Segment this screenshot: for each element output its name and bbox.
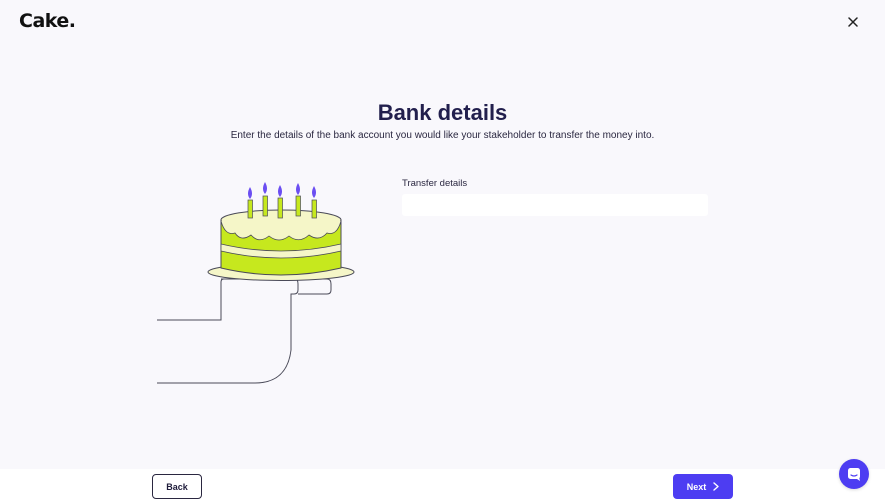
close-icon	[848, 17, 858, 27]
page: Cake. Bank details Enter the details of …	[0, 0, 885, 502]
footer-bar	[0, 469, 885, 502]
chevron-right-icon	[713, 482, 719, 491]
back-button[interactable]: Back	[152, 474, 202, 499]
close-button[interactable]	[843, 12, 863, 32]
transfer-details-label: Transfer details	[402, 178, 468, 189]
next-button[interactable]: Next	[673, 474, 733, 499]
cake-on-hand-illustration	[157, 182, 355, 384]
chat-icon	[848, 468, 860, 481]
back-button-label: Back	[166, 481, 188, 492]
transfer-details-input[interactable]	[402, 194, 708, 216]
next-button-label: Next	[686, 481, 707, 492]
cake-logo: Cake.	[19, 10, 76, 32]
page-title: Bank details	[377, 100, 508, 125]
chat-button[interactable]	[839, 459, 869, 489]
page-subtitle: Enter the details of the bank account yo…	[230, 130, 655, 141]
